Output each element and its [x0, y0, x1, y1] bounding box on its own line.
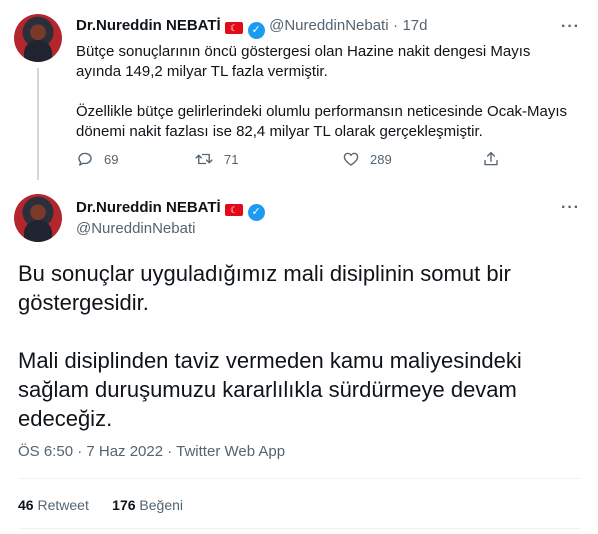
author-name[interactable]: Dr.Nureddin NEBATİ — [76, 17, 221, 34]
tweet2-header: Dr.Nureddin NEBATİ ☾ ✓ — [76, 199, 265, 221]
retweet-icon — [195, 153, 213, 165]
retweet-stat-count: 46 — [18, 497, 34, 513]
avatar[interactable] — [14, 194, 62, 242]
tweet-timestamp[interactable]: ÖS 6:50 · 7 Haz 2022 · Twitter Web App — [18, 443, 285, 460]
more-icon[interactable]: ··· — [561, 199, 580, 217]
like-stat[interactable]: 176 Beğeni — [112, 497, 183, 513]
retweet-stat-label: Retweet — [37, 497, 89, 513]
author-name[interactable]: Dr.Nureddin NEBATİ — [76, 199, 221, 216]
tweet-paragraph: Bütçe sonuçlarının öncü göstergesi olan … — [76, 43, 531, 80]
author-handle[interactable]: @NureddinNebati — [76, 220, 195, 237]
tweet1-actions: 69 71 289 — [76, 150, 506, 174]
more-icon[interactable]: ··· — [561, 18, 580, 36]
reply-button[interactable]: 69 — [76, 150, 118, 168]
avatar[interactable] — [14, 14, 62, 62]
tweet2-text: Bu sonuçlar uyguladığımız mali disiplini… — [18, 259, 578, 462]
verified-badge-icon: ✓ — [247, 204, 265, 221]
engagement-stats: 46 Retweet 176 Beğeni — [18, 497, 183, 513]
thread-connector-line — [37, 68, 39, 180]
divider — [18, 478, 580, 479]
retweet-count: 71 — [224, 151, 239, 167]
turkey-flag-icon: ☾ — [225, 204, 244, 216]
verified-badge-icon: ✓ — [247, 22, 265, 39]
author-handle[interactable]: @NureddinNebati — [269, 17, 388, 34]
retweet-button[interactable]: 71 — [194, 150, 238, 168]
reply-icon — [78, 152, 92, 166]
tweet-paragraph: Özellikle bütçe gelirlerindeki olumlu pe… — [76, 103, 568, 140]
divider — [18, 528, 580, 529]
tweet1-text: Bütçe sonuçlarının öncü göstergesi olan … — [76, 42, 576, 162]
share-icon — [484, 151, 498, 166]
retweet-stat[interactable]: 46 Retweet — [18, 497, 89, 513]
tweet-time[interactable]: 17d — [402, 17, 427, 34]
heart-icon — [343, 152, 359, 166]
share-button[interactable] — [482, 150, 500, 168]
separator-dot: · — [393, 17, 399, 34]
like-stat-label: Beğeni — [139, 497, 184, 513]
tweet-paragraph: Bu sonuçlar uyguladığımız mali disiplini… — [18, 261, 511, 315]
like-button[interactable]: 289 — [342, 150, 392, 168]
turkey-flag-icon: ☾ — [225, 22, 244, 34]
like-stat-count: 176 — [112, 497, 136, 513]
tweet1-header: Dr.Nureddin NEBATİ ☾ ✓ @NureddinNebati ·… — [76, 17, 428, 39]
reply-count: 69 — [104, 151, 119, 167]
tweet-paragraph: Mali disiplinden taviz vermeden kamu mal… — [18, 348, 522, 431]
like-count: 289 — [370, 151, 392, 167]
